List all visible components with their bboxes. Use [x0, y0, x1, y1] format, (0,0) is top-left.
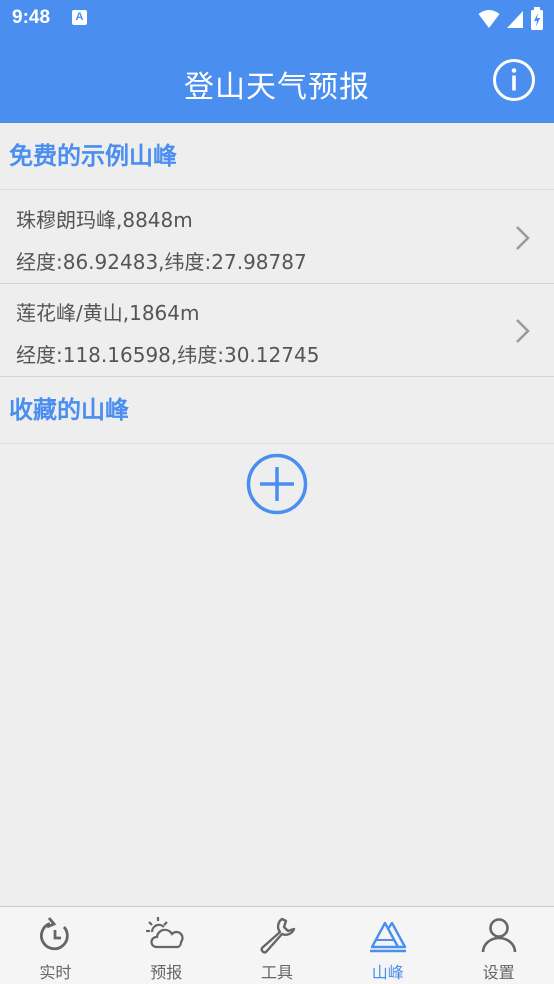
- wrench-icon: [260, 917, 296, 954]
- tab-mountains[interactable]: 山峰: [332, 907, 443, 984]
- bottom-tab-bar: 实时 预报 工具 山峰 设置: [0, 906, 554, 984]
- mountain-row-huangshan[interactable]: 莲花峰/黄山,1864m 经度:118.16598,纬度:30.12745: [0, 284, 554, 377]
- mountain-name: 莲花峰/黄山,1864m: [16, 301, 200, 325]
- mountain-coords: 经度:118.16598,纬度:30.12745: [16, 343, 320, 367]
- wifi-icon: [478, 10, 500, 28]
- mountain-row-everest[interactable]: 珠穆朗玛峰,8848m 经度:86.92483,纬度:27.98787: [0, 191, 554, 284]
- status-time: 9:48: [12, 7, 51, 28]
- tab-label: 工具: [260, 963, 293, 982]
- signal-icon: [507, 11, 523, 28]
- battery-icon: [531, 7, 543, 30]
- mountain-name: 珠穆朗玛峰,8848m: [16, 208, 193, 232]
- tab-label: 实时: [39, 963, 72, 982]
- realtime-icon: [40, 917, 70, 951]
- tab-label: 设置: [482, 963, 515, 982]
- free-section-header: 免费的示例山峰: [0, 123, 554, 190]
- info-icon[interactable]: [492, 58, 536, 102]
- tab-settings[interactable]: 设置: [443, 907, 554, 984]
- status-icons: [478, 7, 544, 31]
- tab-realtime[interactable]: 实时: [0, 907, 111, 984]
- forecast-icon: [146, 917, 184, 949]
- person-icon: [481, 918, 516, 953]
- tab-label: 预报: [150, 963, 183, 982]
- mountain-coords: 经度:86.92483,纬度:27.98787: [16, 250, 307, 274]
- chevron-right-icon: [516, 226, 530, 250]
- notification-icon: A: [72, 10, 87, 25]
- app-bar: 登山天气预报: [0, 38, 554, 123]
- favorites-section-header: 收藏的山峰: [0, 377, 554, 444]
- status-bar: 9:48 A: [0, 0, 554, 38]
- mountain-icon: [369, 921, 406, 953]
- page-title: 登山天气预报: [184, 70, 370, 105]
- tab-label: 山峰: [371, 963, 404, 982]
- chevron-right-icon: [516, 319, 530, 343]
- tab-tools[interactable]: 工具: [222, 907, 333, 984]
- add-favorite-button[interactable]: [246, 453, 308, 515]
- tab-forecast[interactable]: 预报: [111, 907, 222, 984]
